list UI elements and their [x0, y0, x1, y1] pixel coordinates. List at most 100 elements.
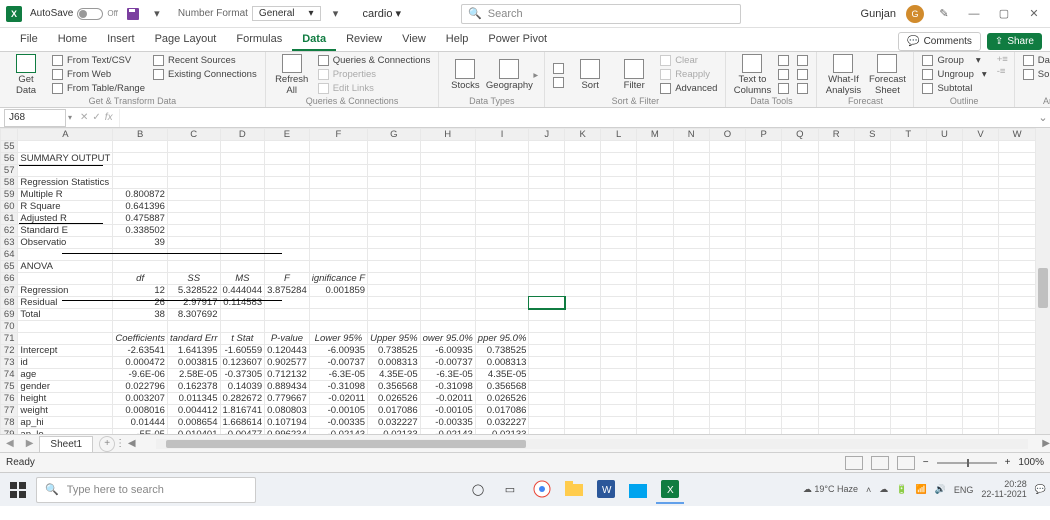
cell[interactable] [890, 189, 926, 201]
cell[interactable]: df [113, 273, 168, 285]
cell[interactable] [709, 417, 745, 429]
cell[interactable] [782, 225, 818, 237]
cell[interactable] [529, 189, 565, 201]
cell[interactable] [999, 225, 1036, 237]
row-header[interactable]: 65 [1, 261, 18, 273]
cell[interactable] [309, 249, 367, 261]
cell[interactable]: -0.02143 [420, 429, 475, 435]
cell[interactable] [368, 165, 421, 177]
cell[interactable] [709, 285, 745, 297]
cell[interactable] [746, 165, 782, 177]
cell[interactable] [890, 429, 926, 435]
cell[interactable] [220, 165, 265, 177]
row-header[interactable]: 73 [1, 357, 18, 369]
cell[interactable]: R Square [18, 201, 113, 213]
cell[interactable] [818, 333, 854, 345]
cell[interactable] [368, 249, 421, 261]
cell[interactable] [746, 429, 782, 435]
cell[interactable] [601, 297, 637, 309]
cell[interactable]: 0.282672 [220, 393, 265, 405]
cell[interactable] [999, 285, 1036, 297]
cell[interactable]: -0.00335 [420, 417, 475, 429]
cell[interactable] [963, 309, 999, 321]
cell[interactable] [673, 345, 709, 357]
cell[interactable]: 0.000472 [113, 357, 168, 369]
data-model-button[interactable] [795, 82, 810, 95]
cell[interactable] [818, 297, 854, 309]
cell[interactable] [926, 297, 962, 309]
cell[interactable] [529, 237, 565, 249]
language-indicator[interactable]: ENG [954, 485, 974, 495]
cell[interactable] [854, 189, 890, 201]
row-header[interactable]: 64 [1, 249, 18, 261]
existing-connections-button[interactable]: Existing Connections [151, 68, 259, 81]
tab-data[interactable]: Data [292, 29, 336, 51]
cell[interactable]: 4.35E-05 [475, 369, 529, 381]
cell[interactable] [529, 309, 565, 321]
cell[interactable] [265, 249, 310, 261]
cell[interactable]: 0.02133 [475, 429, 529, 435]
cell[interactable]: height [18, 393, 113, 405]
cell[interactable]: 0.475887 [113, 213, 168, 225]
col-header-W[interactable]: W [999, 129, 1036, 141]
cell[interactable]: 0.008313 [475, 357, 529, 369]
cell[interactable] [637, 417, 673, 429]
cell[interactable] [265, 153, 310, 165]
cell[interactable]: 0.001859 [309, 285, 367, 297]
cell[interactable] [854, 225, 890, 237]
cell[interactable] [782, 333, 818, 345]
cell[interactable] [963, 333, 999, 345]
col-header-C[interactable]: C [167, 129, 220, 141]
cell[interactable]: -0.00477 [220, 429, 265, 435]
cell[interactable] [637, 297, 673, 309]
cell[interactable] [673, 225, 709, 237]
row-header[interactable]: 71 [1, 333, 18, 345]
zoom-out-button[interactable]: − [923, 457, 929, 468]
cell[interactable] [999, 393, 1036, 405]
cell[interactable]: 0.008654 [167, 417, 220, 429]
cell[interactable] [890, 333, 926, 345]
cell[interactable] [529, 273, 565, 285]
sort-button[interactable]: Sort [570, 54, 610, 96]
qat-more-icon[interactable]: ▾ [327, 5, 345, 23]
from-web-button[interactable]: From Web [50, 68, 147, 81]
cell[interactable] [309, 177, 367, 189]
cell[interactable] [890, 261, 926, 273]
sheet-nav-prev[interactable]: ◀ [0, 438, 20, 449]
cell[interactable] [782, 345, 818, 357]
cell[interactable] [926, 189, 962, 201]
cell[interactable] [854, 297, 890, 309]
cell[interactable] [167, 321, 220, 333]
cell[interactable] [420, 141, 475, 153]
cell[interactable] [782, 201, 818, 213]
queries-connections-button[interactable]: Queries & Connections [316, 54, 433, 67]
cell[interactable] [475, 213, 529, 225]
cell[interactable] [475, 273, 529, 285]
cell[interactable] [565, 213, 601, 225]
cell[interactable] [999, 165, 1036, 177]
cell[interactable] [890, 153, 926, 165]
tab-page-layout[interactable]: Page Layout [145, 29, 227, 51]
cell[interactable]: Regression [18, 285, 113, 297]
cell[interactable] [854, 201, 890, 213]
cell[interactable] [709, 369, 745, 381]
cell[interactable] [709, 141, 745, 153]
cell[interactable] [18, 273, 113, 285]
cell[interactable] [709, 273, 745, 285]
cell[interactable]: P-value [265, 333, 310, 345]
cell[interactable] [420, 249, 475, 261]
col-header-N[interactable]: N [673, 129, 709, 141]
cell[interactable] [565, 273, 601, 285]
cell[interactable]: 0.641396 [113, 201, 168, 213]
cell[interactable] [637, 357, 673, 369]
row-header[interactable]: 61 [1, 213, 18, 225]
cell[interactable] [890, 273, 926, 285]
cell[interactable] [854, 369, 890, 381]
cell[interactable] [890, 237, 926, 249]
cell[interactable]: 0.017086 [475, 405, 529, 417]
cell[interactable]: Upper 95% [368, 333, 421, 345]
cell[interactable] [368, 297, 421, 309]
cell[interactable] [709, 381, 745, 393]
cell[interactable] [926, 201, 962, 213]
cell[interactable] [709, 357, 745, 369]
